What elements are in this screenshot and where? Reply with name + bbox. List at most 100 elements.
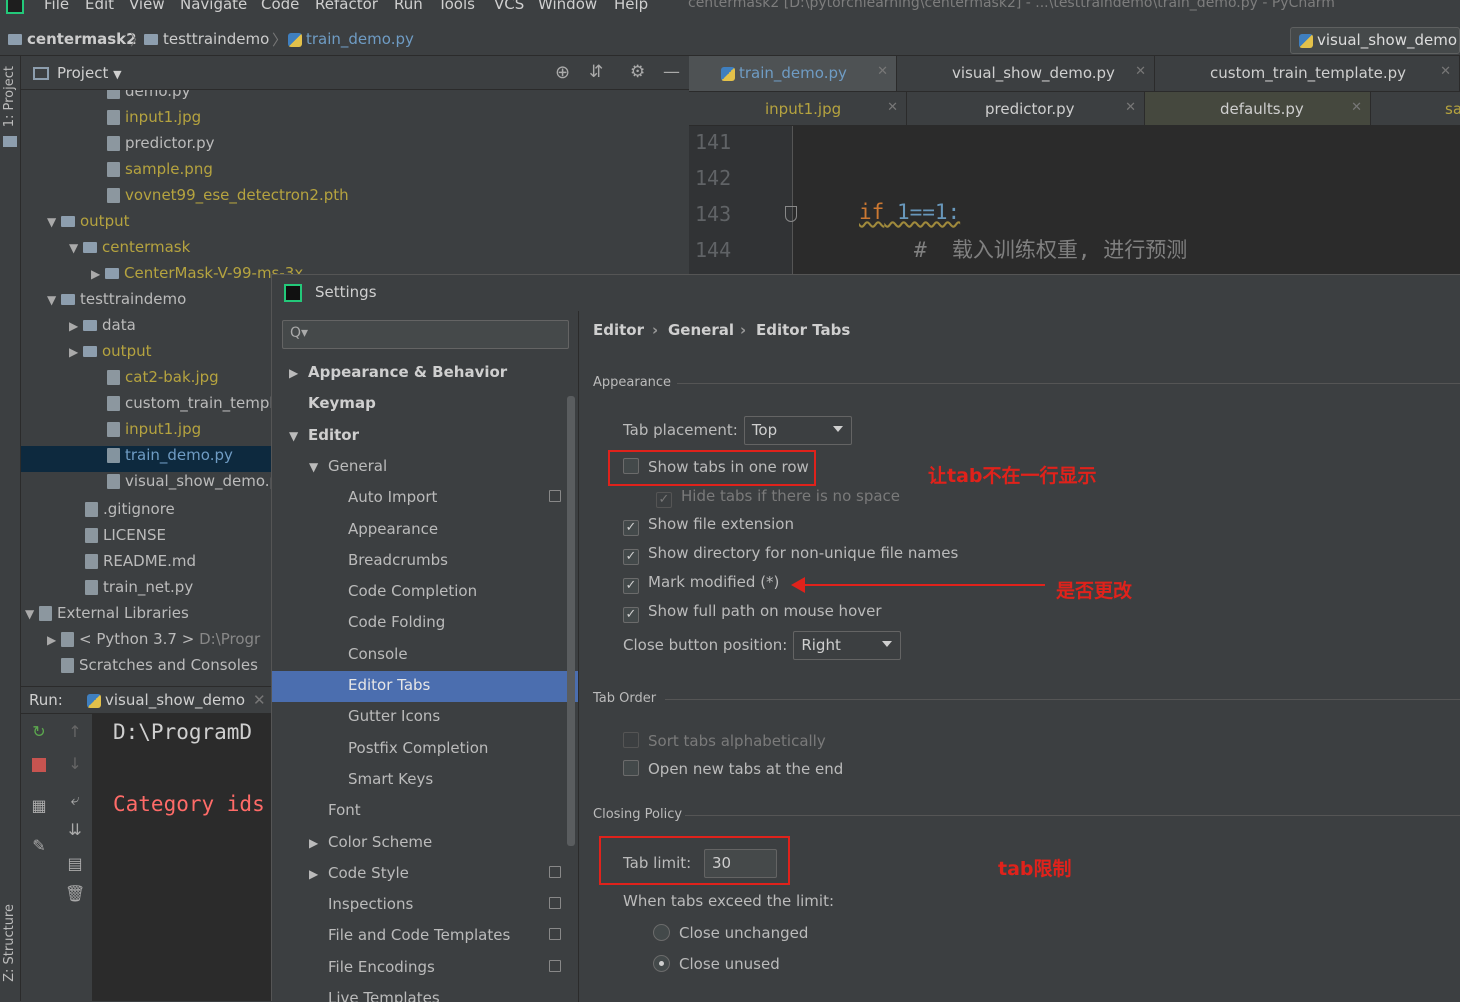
- mark-modified-checkbox[interactable]: ✓ Mark modified (*): [623, 573, 779, 594]
- radio-on[interactable]: [653, 955, 670, 972]
- run-console[interactable]: D:\ProgramD Category ids: [93, 714, 271, 1001]
- settings-nav-code-folding[interactable]: Code Folding: [272, 608, 578, 639]
- editor-tab[interactable]: predictor.py ✕: [907, 92, 1145, 125]
- menu-edit[interactable]: Edit: [85, 0, 114, 13]
- up-icon[interactable]: ↑: [65, 722, 85, 742]
- close-icon[interactable]: ✕: [887, 100, 898, 115]
- menu-refactor[interactable]: Refactor: [315, 0, 378, 13]
- rerun-icon[interactable]: ↻: [29, 722, 49, 742]
- chevron-down-icon[interactable]: ▼: [289, 429, 298, 443]
- menu-view[interactable]: View: [129, 0, 165, 13]
- layout-icon[interactable]: ▦: [29, 796, 49, 816]
- menu-run[interactable]: Run: [394, 0, 423, 13]
- close-unchanged-radio[interactable]: Close unchanged: [653, 924, 808, 942]
- show-directory-checkbox[interactable]: ✓ Show directory for non-unique file name…: [623, 544, 958, 565]
- menu-vcs[interactable]: VCS: [494, 0, 524, 13]
- settings-nav-file-encodings[interactable]: File Encodings: [272, 953, 578, 984]
- chevron-down-icon[interactable]: ▼: [47, 215, 61, 229]
- chevron-down-icon[interactable]: ▼: [309, 460, 318, 474]
- close-unused-radio[interactable]: Close unused: [653, 955, 780, 973]
- menu-window[interactable]: Window: [538, 0, 597, 13]
- editor-tab[interactable]: sa: [1371, 92, 1460, 125]
- nav-scrollbar[interactable]: [567, 396, 575, 846]
- settings-nav-file-and-code-templates[interactable]: File and Code Templates: [272, 921, 578, 952]
- settings-nav-postfix-completion[interactable]: Postfix Completion: [272, 734, 578, 765]
- settings-nav-gutter-icons[interactable]: Gutter Icons: [272, 702, 578, 733]
- tree-item[interactable]: ▼ centermask: [21, 238, 689, 264]
- tab-placement-select[interactable]: Top: [743, 416, 852, 445]
- run-configuration-select[interactable]: visual_show_demo: [1290, 27, 1460, 54]
- soft-wrap-icon[interactable]: ⤶: [65, 790, 85, 810]
- tree-item[interactable]: demo.py: [21, 90, 689, 108]
- chevron-down-icon[interactable]: ▼: [47, 293, 61, 307]
- chevron-right-icon[interactable]: ▶: [289, 366, 298, 380]
- menu-navigate[interactable]: Navigate: [180, 0, 247, 13]
- close-button-position-select[interactable]: Right: [793, 631, 902, 660]
- chevron-right-icon[interactable]: ▶: [69, 345, 83, 359]
- tree-item[interactable]: predictor.py: [21, 134, 689, 160]
- editor-tab[interactable]: defaults.py ✕: [1145, 92, 1371, 125]
- settings-nav-breadcrumbs[interactable]: Breadcrumbs: [272, 546, 578, 577]
- settings-nav-inspections[interactable]: Inspections: [272, 890, 578, 921]
- checkbox-checked[interactable]: ✓: [623, 607, 639, 623]
- checkbox-unchecked[interactable]: [623, 760, 639, 776]
- close-icon[interactable]: ✕: [1135, 64, 1146, 79]
- breadcrumb-project[interactable]: centermask2: [8, 30, 137, 48]
- chevron-down-icon[interactable]: ▼: [25, 607, 39, 621]
- project-tool-button[interactable]: 1: Project: [2, 66, 17, 127]
- stop-icon[interactable]: [32, 758, 46, 772]
- settings-nav-general[interactable]: ▼ General: [272, 452, 578, 483]
- chevron-right-icon[interactable]: ▶: [47, 633, 61, 647]
- checkbox-checked[interactable]: ✓: [623, 520, 639, 536]
- close-icon[interactable]: ✕: [1125, 100, 1136, 115]
- trash-icon[interactable]: 🗑: [65, 884, 85, 904]
- tree-item[interactable]: input1.jpg: [21, 108, 689, 134]
- settings-nav-color-scheme[interactable]: ▶ Color Scheme: [272, 828, 578, 859]
- minimize-icon[interactable]: —: [663, 62, 680, 82]
- settings-nav-appearance-behavior[interactable]: ▶ Appearance & Behavior: [272, 358, 578, 389]
- editor-tab[interactable]: input1.jpg ✕: [689, 92, 907, 125]
- code-editor[interactable]: 141 142 143 144 if 1==1: # 载入训练权重, 进行预测: [689, 126, 1460, 274]
- pin-icon[interactable]: ✎: [29, 836, 49, 856]
- chevron-right-icon[interactable]: ▶: [91, 267, 105, 281]
- down-icon[interactable]: ↓: [65, 754, 85, 774]
- tree-item[interactable]: ▼ output: [21, 212, 689, 238]
- settings-nav-editor[interactable]: ▼ Editor: [272, 421, 578, 452]
- menu-help[interactable]: Help: [614, 0, 648, 13]
- editor-tab[interactable]: custom_train_template.py ✕: [1155, 56, 1460, 91]
- run-tab[interactable]: visual_show_demo ✕: [87, 691, 266, 709]
- settings-nav-auto-import[interactable]: Auto Import: [272, 483, 578, 514]
- project-view-select[interactable]: Project ▼: [57, 64, 122, 82]
- chevron-right-icon[interactable]: ▶: [69, 319, 83, 333]
- chevron-right-icon[interactable]: ▶: [309, 867, 318, 881]
- fold-icon[interactable]: [785, 206, 797, 222]
- settings-nav-code-style[interactable]: ▶ Code Style: [272, 859, 578, 890]
- breadcrumb-file[interactable]: train_demo.py: [288, 30, 414, 48]
- close-icon[interactable]: ✕: [877, 64, 888, 79]
- settings-nav-keymap[interactable]: Keymap: [272, 389, 578, 420]
- editor-tab[interactable]: visual_show_demo.py ✕: [897, 56, 1155, 91]
- scroll-end-icon[interactable]: ⇊: [65, 820, 85, 840]
- close-icon[interactable]: ✕: [1351, 100, 1362, 115]
- open-new-tabs-end-checkbox[interactable]: Open new tabs at the end: [623, 760, 843, 778]
- checkbox-checked[interactable]: ✓: [623, 578, 639, 594]
- settings-nav-smart-keys[interactable]: Smart Keys: [272, 765, 578, 796]
- settings-nav-console[interactable]: Console: [272, 640, 578, 671]
- menu-code[interactable]: Code: [261, 0, 299, 13]
- editor-tab-active[interactable]: train_demo.py ✕: [689, 56, 897, 91]
- print-icon[interactable]: ▤: [65, 854, 85, 874]
- settings-search-input[interactable]: Q▾: [282, 320, 569, 349]
- settings-nav-appearance[interactable]: Appearance: [272, 515, 578, 546]
- tree-item[interactable]: vovnet99_ese_detectron2.pth: [21, 186, 689, 212]
- gear-icon[interactable]: ⚙: [630, 62, 645, 82]
- chevron-down-icon[interactable]: ▼: [69, 241, 83, 255]
- collapse-icon[interactable]: ⇵: [589, 62, 603, 82]
- show-file-extension-checkbox[interactable]: ✓ Show file extension: [623, 515, 794, 536]
- show-full-path-checkbox[interactable]: ✓ Show full path on mouse hover: [623, 602, 882, 623]
- close-icon[interactable]: ✕: [253, 691, 266, 709]
- menu-tools[interactable]: Tools: [438, 0, 475, 13]
- close-icon[interactable]: ✕: [1440, 64, 1451, 79]
- tree-item[interactable]: sample.png: [21, 160, 689, 186]
- settings-nav-code-completion[interactable]: Code Completion: [272, 577, 578, 608]
- structure-tool-button[interactable]: Z: Structure: [2, 904, 17, 982]
